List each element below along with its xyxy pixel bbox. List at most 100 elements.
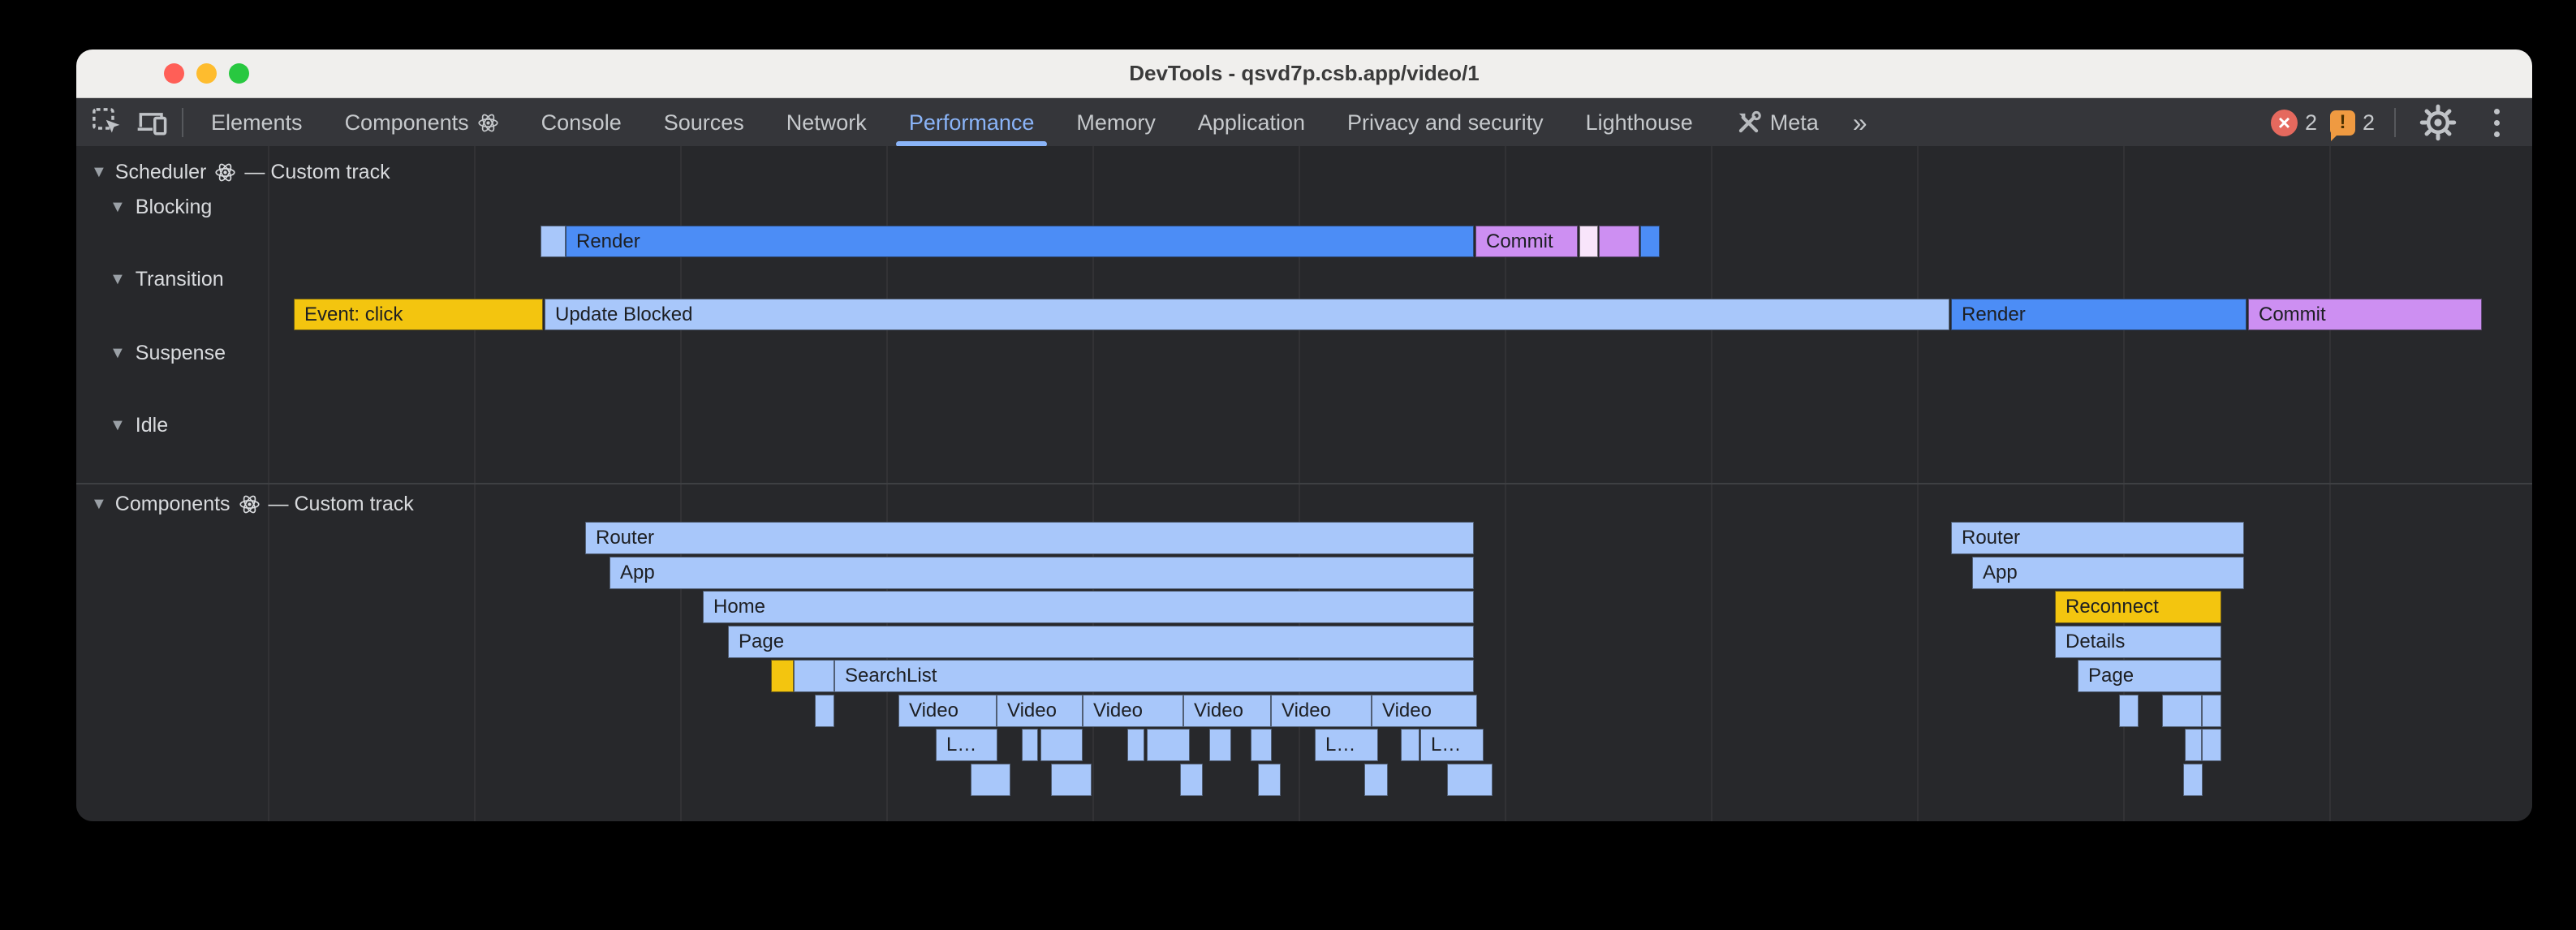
tab-network[interactable]: Network (765, 98, 888, 147)
flame-bar-render[interactable]: Render (1951, 299, 2246, 330)
error-badge[interactable]: × 2 (2271, 110, 2317, 136)
error-count: 2 (2305, 110, 2317, 136)
tab-meta[interactable]: Meta (1714, 98, 1840, 147)
caret-down-icon: ▼ (110, 413, 126, 437)
flame-bar-l[interactable]: L… (1420, 729, 1484, 761)
tab-label: Network (786, 110, 867, 136)
flame-bar-page[interactable]: Page (2078, 660, 2221, 692)
flame-bar-page[interactable]: Page (728, 626, 1474, 658)
tab-label: Memory (1076, 110, 1156, 136)
tab-label: Elements (211, 110, 303, 136)
track-title: Components (115, 492, 230, 516)
flame-bar[interactable] (1251, 729, 1272, 761)
flame-bar[interactable] (1258, 764, 1281, 796)
toolbar-divider (182, 108, 183, 137)
macos-titlebar: DevTools - qsvd7p.csb.app/video/1 (76, 50, 2532, 98)
tab-performance[interactable]: Performance (888, 98, 1056, 147)
flame-bar[interactable] (1401, 729, 1419, 761)
tab-components[interactable]: Components (324, 98, 520, 147)
track-separator (76, 483, 2532, 484)
flame-bar[interactable] (1127, 729, 1144, 761)
settings-gear-icon[interactable] (2415, 100, 2461, 145)
flame-bar[interactable] (2202, 729, 2221, 761)
flame-bar[interactable] (971, 764, 1010, 796)
tab-privacy-and-security[interactable]: Privacy and security (1326, 98, 1565, 147)
flame-bar-video[interactable]: Video (898, 695, 997, 727)
tools-icon (1735, 110, 1762, 136)
flame-bar[interactable] (1147, 729, 1190, 761)
performance-flame-chart: ▼ Scheduler — Custom track ▼Blocking ▼Transi… (76, 146, 2532, 821)
flame-bar[interactable] (1640, 226, 1660, 257)
error-icon: × (2271, 110, 2298, 136)
flame-bar[interactable] (815, 695, 834, 727)
flame-bar-home[interactable]: Home (703, 591, 1474, 623)
lane-label-blocking[interactable]: ▼Blocking (110, 195, 212, 219)
inspect-icon[interactable] (84, 100, 130, 145)
tab-console[interactable]: Console (520, 98, 643, 147)
flame-bar-reconnect[interactable]: Reconnect (2055, 591, 2221, 623)
atom-icon (239, 493, 261, 515)
flame-bar-app[interactable]: App (610, 557, 1474, 589)
warning-badge[interactable]: ! 2 (2330, 110, 2375, 136)
lane-label-text: Idle (136, 413, 168, 437)
flame-bar-l[interactable]: L… (1315, 729, 1378, 761)
flame-bar[interactable] (2162, 695, 2202, 727)
flame-bar-commit[interactable]: Commit (2248, 299, 2482, 330)
flame-bar[interactable] (1579, 226, 1598, 257)
track-header-components[interactable]: ▼Components— Custom track (91, 492, 414, 516)
flame-bar-details[interactable]: Details (2055, 626, 2221, 658)
flame-bar[interactable] (1051, 764, 1092, 796)
device-toolbar-icon[interactable] (130, 100, 175, 145)
lane-label-transition[interactable]: ▼Transition (110, 267, 224, 291)
flame-bar-video[interactable]: Video (1372, 695, 1477, 727)
tab-memory[interactable]: Memory (1055, 98, 1177, 147)
flame-bar[interactable] (1599, 226, 1639, 257)
flame-bar-event-click[interactable]: Event: click (294, 299, 543, 330)
flame-bar[interactable] (2185, 729, 2202, 761)
lane-label-idle[interactable]: ▼ Idle (110, 413, 168, 437)
tab-sources[interactable]: Sources (643, 98, 765, 147)
flame-bar-video[interactable]: Video (997, 695, 1083, 727)
flame-bar-commit[interactable]: Commit (1475, 226, 1578, 257)
tab-label: Meta (1770, 110, 1819, 136)
flame-bar-app[interactable]: App (1972, 557, 2244, 589)
flame-bar[interactable] (1364, 764, 1388, 796)
flame-bar[interactable] (771, 660, 794, 692)
flame-bar[interactable] (1040, 729, 1083, 761)
caret-down-icon: ▼ (110, 267, 126, 291)
flame-bar-render[interactable]: Render (566, 226, 1474, 257)
more-tabs-icon[interactable]: » (1840, 108, 1878, 138)
lane-label-text: Suspense (136, 341, 226, 365)
flame-bar[interactable] (1447, 764, 1493, 796)
tab-label: Console (541, 110, 622, 136)
flame-bar-update-blocked[interactable]: Update Blocked (545, 299, 1949, 330)
flame-bar-video[interactable]: Video (1271, 695, 1372, 727)
flame-bar[interactable] (2183, 764, 2203, 796)
tab-application[interactable]: Application (1177, 98, 1326, 147)
atom-icon (477, 112, 499, 134)
flame-bar[interactable] (1180, 764, 1203, 796)
flame-bar[interactable] (2119, 695, 2139, 727)
flame-bar-l[interactable]: L… (936, 729, 997, 761)
tab-elements[interactable]: Elements (190, 98, 324, 147)
kebab-menu-icon[interactable] (2474, 100, 2519, 145)
caret-down-icon: ▼ (110, 195, 126, 219)
flame-bar[interactable] (1209, 729, 1231, 761)
warning-count: 2 (2363, 110, 2375, 136)
tab-lighthouse[interactable]: Lighthouse (1565, 98, 1714, 147)
warning-icon: ! (2330, 110, 2355, 136)
track-suffix: — Custom track (244, 160, 390, 184)
flame-bar-video[interactable]: Video (1083, 695, 1183, 727)
flame-bar-searchlist[interactable]: SearchList (834, 660, 1474, 692)
flame-bar-router[interactable]: Router (585, 522, 1474, 554)
flame-bar[interactable] (2202, 695, 2221, 727)
flame-bar[interactable] (541, 226, 566, 257)
lane-label-suspense[interactable]: ▼Suspense (110, 341, 226, 365)
track-title: Scheduler (115, 160, 207, 184)
tab-label: Sources (664, 110, 744, 136)
flame-bar[interactable] (1022, 729, 1038, 761)
flame-bar-video[interactable]: Video (1183, 695, 1271, 727)
flame-bar[interactable] (794, 660, 834, 692)
flame-bar-router[interactable]: Router (1951, 522, 2244, 554)
track-header-scheduler[interactable]: ▼Scheduler— Custom track (91, 160, 390, 184)
